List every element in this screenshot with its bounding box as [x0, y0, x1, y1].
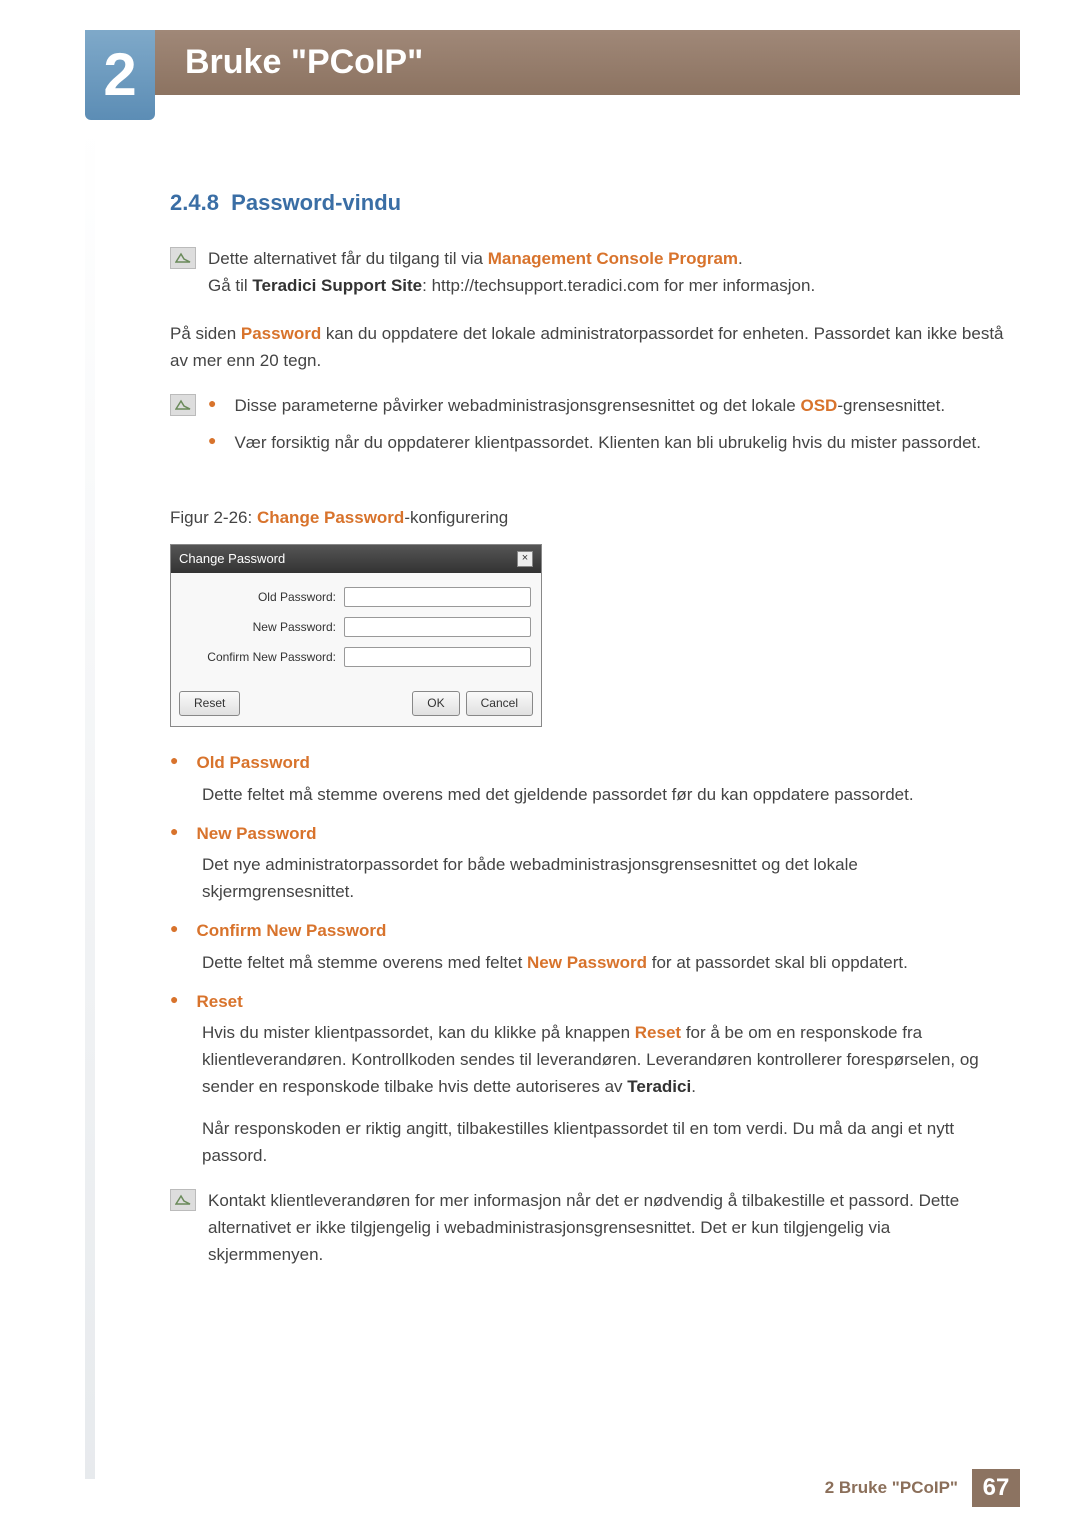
text: .	[691, 1077, 696, 1096]
text: Hvis du mister klientpassordet, kan du k…	[202, 1023, 635, 1042]
desc-item-confirm-password: ● Confirm New Password Dette feltet må st…	[170, 917, 1005, 975]
confirm-password-label: Confirm New Password:	[181, 648, 344, 667]
footer-chapter-label: 2 Bruke "PCoIP"	[825, 1474, 958, 1501]
text: Vær forsiktig når du oppdaterer klientpa…	[234, 429, 981, 456]
close-icon[interactable]: ×	[517, 551, 533, 567]
content-area: 2.4.8 Password-vindu Dette alternativet …	[170, 185, 1005, 1288]
accent-text: Change Password	[257, 508, 404, 527]
text: Gå til	[208, 276, 252, 295]
note-icon	[170, 1189, 196, 1211]
bullet-icon: ●	[208, 392, 216, 414]
bullet-icon: ●	[170, 749, 178, 771]
accent-text: Reset	[635, 1023, 681, 1042]
new-password-input[interactable]	[344, 617, 531, 637]
text: Figur 2-26:	[170, 508, 257, 527]
note-icon	[170, 394, 196, 416]
desc-text: Det nye administratorpassordet for både …	[202, 851, 1005, 905]
bold-text: Teradici Support Site	[252, 276, 422, 295]
dialog-title-text: Change Password	[179, 549, 285, 570]
desc-text: Dette feltet må stemme overens med felte…	[202, 949, 1005, 976]
text: -grensesnittet.	[837, 396, 945, 415]
desc-item-new-password: ● New Password Det nye administratorpasso…	[170, 820, 1005, 906]
bullet-icon: ●	[170, 820, 178, 842]
ok-button[interactable]: OK	[412, 691, 459, 716]
desc-item-reset: ● Reset Hvis du mister klientpassordet, k…	[170, 988, 1005, 1169]
left-margin-stripe	[85, 120, 95, 1479]
text: Dette alternativet får du tilgang til vi…	[208, 249, 488, 268]
text: Dette feltet må stemme overens med felte…	[202, 953, 527, 972]
intro-paragraph: På siden Password kan du oppdatere det l…	[170, 320, 1005, 374]
desc-text: Dette feltet må stemme overens med det g…	[202, 781, 1005, 808]
figure-caption: Figur 2-26: Change Password-konfigurerin…	[170, 504, 1005, 531]
bullet-icon: ●	[208, 429, 216, 451]
text: : http://techsupport.teradici.com for me…	[422, 276, 815, 295]
term-text: Old Password	[196, 749, 309, 776]
bullet-icon: ●	[170, 917, 178, 939]
contact-note-text: Kontakt klientleverandøren for mer infor…	[208, 1187, 1005, 1269]
section-title: Password-vindu	[231, 190, 401, 215]
dialog-body: Old Password: New Password: Confirm New …	[171, 573, 541, 685]
bullet-icon: ●	[170, 988, 178, 1010]
chapter-number-badge: 2	[85, 30, 155, 120]
desc-text: Når responskoden er riktig angitt, tilba…	[202, 1115, 1005, 1169]
chapter-title: Bruke "PCoIP"	[185, 35, 423, 89]
confirm-password-input[interactable]	[344, 647, 531, 667]
bold-text: Teradici	[627, 1077, 691, 1096]
reset-button[interactable]: Reset	[179, 691, 240, 716]
dialog-footer: Reset OK Cancel	[171, 685, 541, 726]
description-list: ● Old Password Dette feltet må stemme ove…	[170, 749, 1005, 1168]
term-text: New Password	[196, 820, 316, 847]
old-password-label: Old Password:	[181, 588, 344, 607]
new-password-label: New Password:	[181, 618, 344, 637]
dialog-titlebar: Change Password ×	[171, 545, 541, 574]
chapter-header: 2 Bruke "PCoIP"	[85, 30, 1020, 95]
accent-text: New Password	[527, 953, 647, 972]
page-footer: 2 Bruke "PCoIP" 67	[825, 1469, 1020, 1507]
list-item: ● Vær forsiktig når du oppdaterer klient…	[208, 429, 981, 456]
warning-note: ● Disse parameterne påvirker webadminist…	[170, 392, 1005, 484]
desc-item-old-password: ● Old Password Dette feltet må stemme ove…	[170, 749, 1005, 807]
text: .	[738, 249, 743, 268]
intro-note-text: Dette alternativet får du tilgang til vi…	[208, 245, 815, 299]
text: for at passordet skal bli oppdatert.	[647, 953, 908, 972]
section-number: 2.4.8	[170, 190, 219, 215]
text: Disse parameterne påvirker webadministra…	[234, 396, 800, 415]
old-password-input[interactable]	[344, 587, 531, 607]
text: På siden	[170, 324, 241, 343]
contact-note: Kontakt klientleverandøren for mer infor…	[170, 1187, 1005, 1269]
list-item: ● Disse parameterne påvirker webadminist…	[208, 392, 981, 419]
term-text: Confirm New Password	[196, 917, 386, 944]
text: -konfigurering	[404, 508, 508, 527]
term-text: Reset	[196, 988, 242, 1015]
accent-text: Management Console Program	[488, 249, 738, 268]
change-password-dialog: Change Password × Old Password: New Pass…	[170, 544, 542, 728]
accent-text: Password	[241, 324, 321, 343]
section-heading: 2.4.8 Password-vindu	[170, 185, 1005, 220]
cancel-button[interactable]: Cancel	[466, 691, 533, 716]
warning-bullets: ● Disse parameterne påvirker webadminist…	[208, 392, 981, 466]
page-number: 67	[972, 1469, 1020, 1507]
page: 2 Bruke "PCoIP" 2.4.8 Password-vindu Det…	[0, 0, 1080, 1527]
dialog-row: Old Password:	[181, 587, 531, 607]
accent-text: OSD	[800, 396, 837, 415]
intro-note: Dette alternativet får du tilgang til vi…	[170, 245, 1005, 299]
dialog-row: Confirm New Password:	[181, 647, 531, 667]
dialog-row: New Password:	[181, 617, 531, 637]
note-icon	[170, 247, 196, 269]
desc-text: Hvis du mister klientpassordet, kan du k…	[202, 1019, 1005, 1101]
